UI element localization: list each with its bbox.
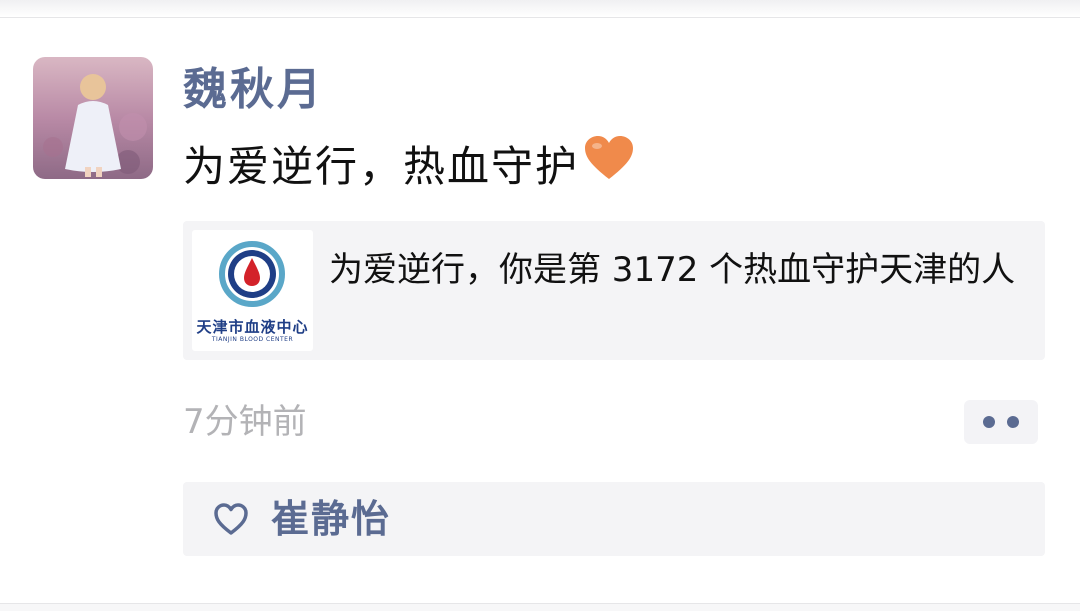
bottom-divider <box>0 603 1080 611</box>
more-options-button[interactable] <box>964 400 1038 444</box>
avatar[interactable] <box>33 57 153 179</box>
logo-subtext: TIANJIN BLOOD CENTER <box>211 336 294 343</box>
shared-link-card[interactable]: 天津市血液中心 TIANJIN BLOOD CENTER 为爱逆行，你是第 31… <box>183 221 1045 360</box>
top-divider <box>0 0 1080 18</box>
post-text: 为爱逆行，热血守护 <box>183 135 635 196</box>
liker-name[interactable]: 崔静怡 <box>271 494 391 544</box>
logo-text: 天津市血液中心 <box>196 318 309 336</box>
heart-emoji-icon <box>583 135 635 196</box>
post-text-content: 为爱逆行，热血守护 <box>183 142 580 191</box>
link-title: 为爱逆行，你是第 3172 个热血守护天津的人 <box>329 250 1016 290</box>
like-heart-icon <box>213 502 249 540</box>
link-thumbnail: 天津市血液中心 TIANJIN BLOOD CENTER <box>192 230 313 351</box>
blood-center-logo-icon <box>219 241 285 307</box>
likes-panel: 崔静怡 <box>183 482 1045 556</box>
post-timestamp: 7分钟前 <box>183 402 307 442</box>
more-dot-icon <box>983 416 995 428</box>
post-author-name[interactable]: 魏秋月 <box>183 62 324 118</box>
avatar-image <box>33 57 153 179</box>
more-dot-icon <box>1007 416 1019 428</box>
